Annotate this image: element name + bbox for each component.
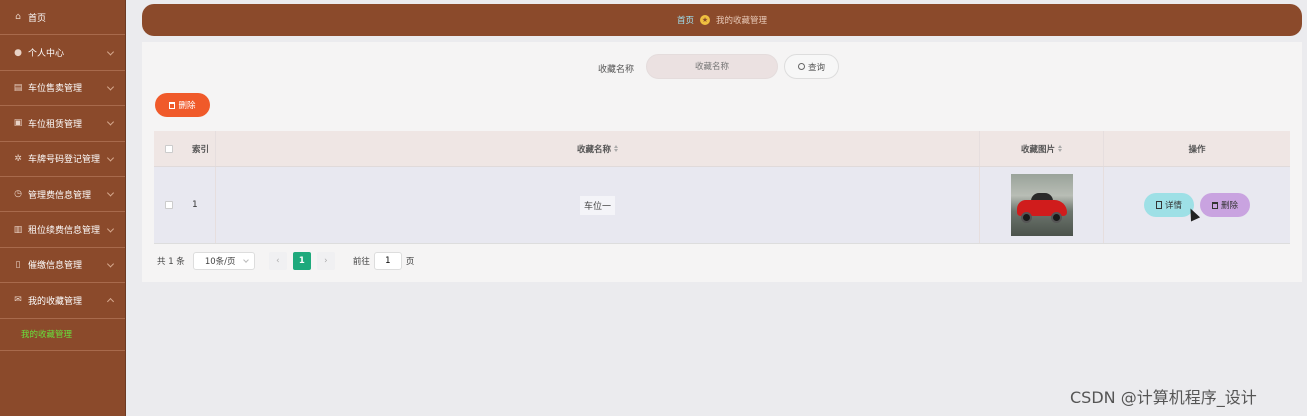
sidebar-item-my-favorites[interactable]: ✉ 我的收藏管理 [0,283,125,319]
sidebar-item-label: 首页 [28,13,47,24]
pagination: 共 1 条 10条/页 ‹ 1 › 前往 页 [157,252,414,270]
sidebar-item-plate-registration[interactable]: ✲ 车牌号码登记管理 [0,142,125,177]
briefcase-icon: ▣ [13,118,23,129]
trash-icon [169,101,176,109]
main-panel: 收藏名称 查询 删除 索引 收藏名称 收藏图片 操作 [142,42,1302,282]
sidebar-item-label: 车牌号码登记管理 [28,155,101,166]
table-header: 索引 收藏名称 收藏图片 操作 [154,131,1290,166]
car-wheel [1020,212,1032,223]
car-wheel [1050,212,1062,223]
header-image-label: 收藏图片 [1020,144,1055,155]
row-delete-label: 删除 [1220,201,1238,211]
sidebar-item-label: 管理费信息管理 [28,190,92,201]
search-input[interactable] [646,54,778,79]
car-image[interactable] [1010,174,1073,236]
row-name: 车位一 [579,195,615,215]
header-index: 索引 [184,131,216,166]
query-button[interactable]: 查询 [784,54,839,79]
table-row: 1 车位一 详情 删除 [154,166,1290,244]
batch-delete-button[interactable]: 删除 [155,93,210,117]
goto-suffix: 页 [405,257,415,267]
page-number[interactable]: 1 [292,252,311,270]
sidebar-item-label: 催缴信息管理 [28,261,83,272]
chevron-right-icon: › [324,256,328,266]
sidebar-item-label: 我的收藏管理 [28,296,83,307]
bookmark-icon: ▯ [15,259,21,270]
batch-delete-label: 删除 [178,101,196,111]
chevron-down-icon [106,260,115,268]
chevron-down-icon [106,83,115,91]
breadcrumb-current: 我的收藏管理 [716,16,768,26]
user-icon: ● [14,47,22,58]
sidebar-item-management-fee[interactable]: ◷ 管理费信息管理 [0,177,125,213]
chevron-down-icon [106,118,115,126]
home-icon: ⌂ [15,12,21,23]
sidebar-subitem-my-favorites[interactable]: 我的收藏管理 [0,319,125,351]
header-actions: 操作 [1188,144,1206,155]
sidebar-item-payment-reminder[interactable]: ▯ 催缴信息管理 [0,248,125,284]
detail-button-label: 详情 [1164,201,1182,211]
row-image-cell [980,167,1104,243]
total-count: 共 1 条 [157,257,185,267]
watermark: CSDN @计算机程序_设计 [1070,388,1257,407]
sort-icon[interactable] [614,145,618,152]
header-checkbox-cell [154,144,184,153]
prev-page-button[interactable]: ‹ [268,252,287,270]
chevron-down-icon [106,224,115,233]
sidebar-item-personal-center[interactable]: ● 个人中心 [0,35,125,71]
chevron-down-icon [242,257,249,263]
star-icon: ★ [700,15,710,25]
chevron-left-icon: ‹ [276,256,280,266]
sort-icon[interactable] [1058,145,1062,152]
search-label: 收藏名称 [598,65,635,75]
query-button-label: 查询 [807,62,825,73]
gear-icon: ✲ [14,153,22,164]
breadcrumb-home[interactable]: 首页 [677,14,694,26]
page-size-select[interactable]: 10条/页 [192,252,255,270]
goto-prefix: 前往 [352,257,370,267]
page-size-value: 10条/页 [204,257,236,267]
header-name[interactable]: 收藏名称 [216,131,980,166]
row-name-cell: 车位一 [216,167,980,243]
sidebar-item-label: 个人中心 [28,49,65,60]
sidebar-item-home[interactable]: ⌂ 首页 [0,0,125,36]
sidebar-item-space-sales[interactable]: ▤ 车位售卖管理 [0,71,125,107]
select-all-checkbox[interactable] [165,144,173,153]
row-index: 1 [184,167,216,243]
chat-icon: ▤ [13,82,23,93]
trash-icon [1211,201,1218,209]
document-icon [1155,201,1162,209]
chevron-down-icon [106,189,115,197]
sidebar-item-space-rental[interactable]: ▣ 车位租赁管理 [0,106,125,142]
sidebar-item-label: 车位售卖管理 [28,84,83,95]
next-page-button[interactable]: › [316,252,335,270]
chevron-up-icon [106,298,115,306]
bar-chart-icon: ▥ [13,224,23,235]
breadcrumb: 首页 ★ 我的收藏管理 [142,4,1302,36]
row-checkbox-cell [154,201,184,209]
row-actions: 详情 删除 [1104,167,1290,243]
clock-icon: ◷ [14,189,22,200]
goto-page-input[interactable] [373,252,402,270]
chevron-down-icon [106,48,115,56]
search-icon [797,63,805,70]
header-image[interactable]: 收藏图片 [980,131,1104,166]
sidebar-item-renewal-info[interactable]: ▥ 租位续费信息管理 [0,212,125,248]
favorites-table: 索引 收藏名称 收藏图片 操作 1 车位一 详情 删除 [154,131,1290,244]
sidebar: ⌂ 首页 ● 个人中心 ▤ 车位售卖管理 ▣ 车位租赁管理 ✲ 车牌号码登记管理… [0,0,126,416]
chevron-down-icon [106,154,115,162]
sidebar-item-label: 租位续费信息管理 [28,226,101,237]
row-delete-button[interactable]: 删除 [1200,193,1250,217]
mail-icon: ✉ [14,295,22,306]
header-name-label: 收藏名称 [576,144,611,155]
sidebar-item-label: 车位租赁管理 [28,119,83,130]
row-checkbox[interactable] [165,201,173,209]
